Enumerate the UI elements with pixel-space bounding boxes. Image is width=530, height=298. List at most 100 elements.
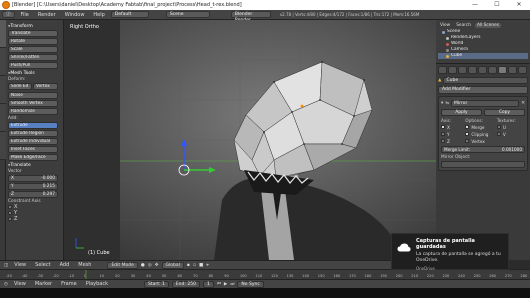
menu-render[interactable]: Render bbox=[35, 12, 59, 18]
translate-panel-header[interactable]: Translate bbox=[8, 163, 61, 168]
menu-add[interactable]: Add bbox=[57, 262, 73, 268]
object-tab-icon[interactable] bbox=[478, 66, 487, 74]
manipulator-icon[interactable]: ✥ bbox=[155, 263, 159, 268]
menu-window[interactable]: Window bbox=[62, 12, 88, 18]
orientation-selector[interactable]: Global bbox=[161, 261, 184, 269]
editor-type-icon[interactable]: ◷ bbox=[4, 282, 8, 287]
extrude-button[interactable]: Extrude bbox=[8, 122, 58, 129]
menu-select[interactable]: Select bbox=[32, 262, 53, 268]
timeline-tick-label: 210 bbox=[411, 274, 419, 278]
copy-button[interactable]: Copy bbox=[484, 109, 525, 116]
jump-start-icon[interactable]: ⏮ bbox=[217, 281, 221, 287]
rotate-button[interactable]: Rotate bbox=[8, 38, 58, 45]
shrink-fatten-button[interactable]: Shrink/Fatten bbox=[8, 54, 58, 61]
randomize-button[interactable]: Randomize bbox=[8, 108, 58, 115]
menu-help[interactable]: Help bbox=[90, 12, 107, 18]
constraint-z-checkbox[interactable]: Z bbox=[8, 216, 61, 222]
onedrive-notification[interactable]: Capturas de pantalla guardadas La captur… bbox=[391, 233, 509, 271]
close-button[interactable]: ✕ bbox=[508, 0, 530, 10]
smooth-vertex-button[interactable]: Smooth Vertex bbox=[8, 100, 58, 107]
maximize-button[interactable]: ☐ bbox=[486, 0, 508, 10]
layers-tab-icon[interactable] bbox=[448, 66, 457, 74]
menu-marker[interactable]: Marker bbox=[32, 281, 55, 287]
timeline-tick-label: -30 bbox=[37, 274, 44, 278]
jump-end-icon[interactable]: ⏭ bbox=[230, 281, 234, 287]
menu-view[interactable]: View bbox=[11, 281, 29, 287]
transform-panel-header[interactable]: Transform bbox=[8, 24, 61, 29]
face-select-icon[interactable]: ■ bbox=[199, 263, 203, 268]
mirror-modifier-panel: ▾ ⇋ Mirror ✕ Apply Copy Axis: Options: T… bbox=[438, 96, 528, 171]
add-modifier-dropdown[interactable]: Add Modifier bbox=[438, 86, 528, 94]
constraints-tab-icon[interactable] bbox=[488, 66, 497, 74]
vector-z-field[interactable]: Z 0.297 bbox=[8, 191, 58, 198]
outliner-scope-selector[interactable]: All Scenes bbox=[474, 22, 502, 28]
clipping-checkbox[interactable]: Clipping bbox=[465, 131, 495, 137]
slide-edge-button[interactable]: Slide Ed bbox=[8, 83, 32, 90]
axis-x-checkbox[interactable]: X bbox=[441, 124, 464, 130]
axis-z-checkbox[interactable]: Z bbox=[441, 138, 464, 144]
render-engine-selector[interactable]: Blender Render bbox=[230, 11, 271, 23]
push-pull-button[interactable]: Push/Pull bbox=[8, 62, 58, 69]
minimize-button[interactable]: — bbox=[464, 0, 486, 10]
texture-v-checkbox[interactable]: V bbox=[496, 131, 525, 137]
noise-button[interactable]: Noise bbox=[8, 92, 58, 99]
close-modifier-icon[interactable]: ✕ bbox=[521, 101, 525, 106]
vector-y-field[interactable]: Y 0.215 bbox=[8, 183, 58, 190]
timeline-tick-label: 140 bbox=[302, 274, 310, 278]
editor-type-icon[interactable]: ◫ bbox=[4, 263, 8, 268]
modifiers-tab-icon[interactable] bbox=[498, 66, 507, 74]
vertex-groups-checkbox[interactable]: Vertex bbox=[465, 138, 495, 144]
mesh-tools-panel-header[interactable]: Mesh Tools bbox=[8, 71, 61, 76]
menu-playback[interactable]: Playback bbox=[83, 281, 111, 287]
layout-selector[interactable]: Default bbox=[110, 11, 149, 18]
timeline-tick-label: 30 bbox=[131, 274, 136, 278]
snap-icon[interactable]: ⌖ bbox=[206, 262, 209, 268]
menu-file[interactable]: File bbox=[18, 12, 32, 18]
scale-button[interactable]: Scale bbox=[8, 46, 58, 53]
current-frame-field[interactable]: 1 bbox=[202, 280, 214, 288]
material-tab-icon[interactable] bbox=[518, 66, 527, 74]
object-name-field[interactable]: Cube bbox=[443, 76, 528, 84]
inset-faces-button[interactable]: Inset Faces bbox=[8, 146, 58, 153]
menu-view[interactable]: View bbox=[11, 262, 29, 268]
extrude-individual-button[interactable]: Extrude Individual bbox=[8, 138, 58, 145]
menu-mesh[interactable]: Mesh bbox=[75, 262, 94, 268]
edge-select-icon[interactable]: ▫ bbox=[193, 263, 196, 268]
make-edge-face-button[interactable]: Make Edge/Face bbox=[8, 154, 58, 161]
menu-frame[interactable]: Frame bbox=[58, 281, 80, 287]
mode-selector[interactable]: Edit Mode bbox=[107, 261, 138, 269]
collapse-arrow-icon[interactable]: ▾ bbox=[441, 101, 443, 106]
end-frame-field[interactable]: End: 250 bbox=[171, 280, 200, 288]
outliner-view-menu[interactable]: View bbox=[438, 23, 452, 28]
render-tab-icon[interactable] bbox=[438, 66, 447, 74]
vector-x-value: -0.000 bbox=[41, 176, 55, 181]
axis-y-checkbox[interactable]: Y bbox=[441, 131, 464, 137]
shading-icon[interactable]: ● bbox=[141, 263, 145, 268]
vertex-slide-button[interactable]: Vertex bbox=[33, 83, 58, 90]
world-tab-icon[interactable] bbox=[468, 66, 477, 74]
apply-button[interactable]: Apply bbox=[441, 109, 482, 116]
scene-selector[interactable]: Scene bbox=[165, 11, 210, 18]
vertex-select-icon[interactable]: ▪ bbox=[187, 263, 190, 268]
start-frame-field[interactable]: Start: 1 bbox=[144, 280, 169, 288]
extrude-region-button[interactable]: Extrude Region bbox=[8, 130, 58, 137]
windows-taskbar bbox=[0, 288, 530, 298]
texture-u-checkbox[interactable]: U bbox=[496, 124, 525, 130]
mirror-object-field[interactable] bbox=[441, 161, 525, 168]
checkbox-label: Z bbox=[14, 216, 18, 222]
data-tab-icon[interactable] bbox=[508, 66, 517, 74]
merge-limit-field[interactable]: Merge Limit: 0.001000 bbox=[441, 146, 525, 153]
translate-button[interactable]: Translate bbox=[8, 30, 58, 37]
3d-viewport[interactable]: Right Ortho (1) Cube bbox=[64, 20, 436, 260]
sync-selector[interactable]: No Sync bbox=[237, 280, 264, 288]
merge-checkbox[interactable]: Merge bbox=[465, 124, 495, 130]
play-icon[interactable]: ▶ bbox=[224, 282, 227, 287]
modifier-name-field[interactable]: Mirror bbox=[451, 99, 520, 107]
vector-x-field[interactable]: X -0.000 bbox=[8, 175, 58, 182]
pivot-icon[interactable]: ◎ bbox=[148, 263, 152, 268]
outliner-item-cube[interactable]: Cube bbox=[438, 53, 528, 59]
timeline-tick-label: 190 bbox=[380, 274, 388, 278]
editor-type-icon[interactable]: ⓘ bbox=[2, 11, 15, 18]
scene-tab-icon[interactable] bbox=[458, 66, 467, 74]
outliner-search-menu[interactable]: Search bbox=[454, 23, 473, 28]
